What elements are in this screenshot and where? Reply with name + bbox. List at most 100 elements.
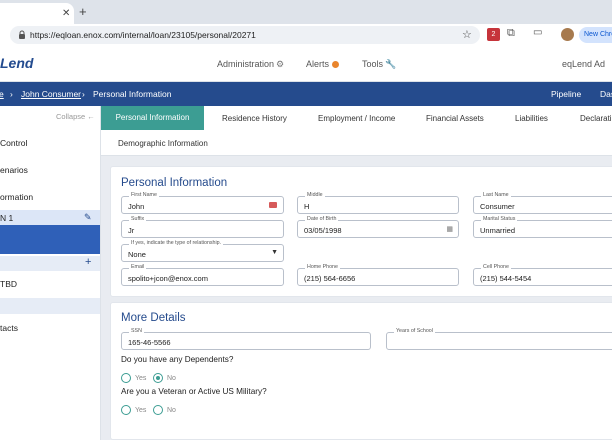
app-header: Lend Administration ⚙ Alerts Tools 🔧 eqLen… <box>0 46 612 82</box>
middle-name-field[interactable]: Middle H <box>297 192 459 214</box>
tab-demographic-information[interactable]: Demographic Information <box>118 139 208 148</box>
dependents-yes-radio[interactable] <box>121 373 131 383</box>
breadcrumb-borrower[interactable]: John Consumer <box>21 89 81 99</box>
years-of-school-field[interactable]: Years of School <box>386 328 612 350</box>
app-logo[interactable]: Lend <box>0 55 33 71</box>
profile-avatar[interactable] <box>561 28 574 41</box>
calendar-icon[interactable]: ▦ <box>446 225 453 233</box>
nav-alerts[interactable]: Alerts <box>306 59 340 69</box>
tab-liabilities[interactable]: Liabilities <box>515 114 548 123</box>
bookmark-star-icon[interactable]: ☆ <box>462 28 472 41</box>
sidebar-item-contacts[interactable]: tacts <box>0 323 18 333</box>
breadcrumb-current: Personal Information <box>93 89 172 99</box>
add-icon[interactable]: + <box>85 256 91 268</box>
home-phone-value: (215) 564-6656 <box>304 274 356 283</box>
suffix-field[interactable]: Suffix Jr <box>121 216 284 238</box>
wrench-icon: 🔧 <box>385 59 397 69</box>
marital-status-field[interactable]: Marital Status Unmarried <box>473 216 612 238</box>
contact-card-icon <box>269 202 277 208</box>
nav-tools[interactable]: Tools 🔧 <box>362 59 396 70</box>
sidebar-borrower-label: N 1 <box>0 213 14 223</box>
tab-employment-income[interactable]: Employment / Income <box>318 114 395 123</box>
sidebar-item-borrower[interactable]: N 1 ✎ <box>0 210 100 225</box>
breadcrumb-home[interactable]: e <box>0 89 4 99</box>
close-tab-icon[interactable]: ✕ <box>62 8 70 19</box>
dependents-no-radio[interactable] <box>153 373 163 383</box>
nav-tools-label: Tools <box>362 59 384 69</box>
ssn-field[interactable]: SSN 165-46-5566 <box>121 328 371 350</box>
collapse-label: Collapse <box>56 112 86 121</box>
veteran-yes-label[interactable]: Yes <box>135 407 146 414</box>
site-info-icon[interactable] <box>18 30 26 39</box>
first-name-label: First Name <box>129 192 159 198</box>
cell-phone-field[interactable]: Cell Phone (215) 544-5454 <box>473 264 612 286</box>
suffix-value: Jr <box>128 226 135 235</box>
collapse-button[interactable]: Collapse ← <box>56 112 95 121</box>
tab-financial-assets[interactable]: Financial Assets <box>426 114 484 123</box>
dashboard-link[interactable]: Das <box>600 89 612 99</box>
email-label: Email <box>129 264 147 270</box>
sidebar-item-information[interactable]: ormation <box>0 192 33 202</box>
arrow-left-icon: ← <box>87 112 95 121</box>
url-text[interactable]: https://eqloan.enox.com/internal/loan/23… <box>30 30 256 40</box>
veteran-question: Are you a Veteran or Active US Military? <box>121 387 267 396</box>
dob-label: Date of Birth <box>305 216 339 222</box>
last-name-field[interactable]: Last Name Consumer <box>473 192 612 214</box>
first-name-field[interactable]: First Name John <box>121 192 284 214</box>
sidebar-item-control[interactable]: Control <box>0 138 27 148</box>
relationship-select[interactable]: If yes, indicate the type of relationshi… <box>121 240 284 262</box>
edit-icon[interactable]: ✎ <box>84 212 92 223</box>
nav-alerts-label: Alerts <box>306 59 330 69</box>
cast-icon[interactable]: ▭ <box>533 27 542 38</box>
tab-residence-history[interactable]: Residence History <box>222 114 287 123</box>
dependents-yes-label[interactable]: Yes <box>135 375 146 382</box>
main-content: Personal Information First Name John Mid… <box>101 156 612 440</box>
new-tab-icon[interactable]: + <box>79 4 87 19</box>
years-of-school-label: Years of School <box>394 328 435 334</box>
tab-personal-information[interactable]: Personal Information <box>101 106 204 130</box>
sidebar-highlight-row <box>0 298 100 314</box>
ssn-value: 165-46-5566 <box>128 338 171 347</box>
middle-name-label: Middle <box>305 192 325 198</box>
dob-value: 03/05/1998 <box>304 226 342 235</box>
breadcrumb: e › John Consumer › Personal Information… <box>0 82 612 106</box>
pipeline-link[interactable]: Pipeline <box>551 89 581 99</box>
personal-info-card: Personal Information First Name John Mid… <box>110 166 612 297</box>
marital-status-value: Unmarried <box>480 226 516 235</box>
browser-tab[interactable]: ✕ <box>0 3 74 24</box>
home-phone-label: Home Phone <box>305 264 340 270</box>
sidebar-add-row: + <box>0 256 100 271</box>
sidebar-item-scenarios[interactable]: enarios <box>0 165 28 175</box>
extensions-puzzle-icon[interactable]: ⧉ <box>507 27 515 40</box>
veteran-yes-radio[interactable] <box>121 405 131 415</box>
caret-down-icon: ▼ <box>271 249 278 256</box>
suffix-label: Suffix <box>129 216 147 222</box>
middle-name-value: H <box>304 202 310 211</box>
first-name-value: John <box>128 202 145 211</box>
sidebar: Collapse ← Control enarios ormation N 1 … <box>0 106 101 440</box>
extension-badge-icon[interactable]: 2 <box>487 28 500 41</box>
section-tabs: Personal Information Residence History E… <box>101 106 612 156</box>
more-details-card: More Details SSN 165-46-5566 Years of Sc… <box>110 302 612 440</box>
dob-field[interactable]: Date of Birth 03/05/1998 ▦ <box>297 216 459 238</box>
veteran-no-radio[interactable] <box>153 405 163 415</box>
sidebar-item-tbd[interactable]: TBD <box>0 279 17 289</box>
last-name-value: Consumer <box>480 202 515 211</box>
relationship-label: If yes, indicate the type of relationshi… <box>129 240 224 246</box>
veteran-no-label[interactable]: No <box>167 407 176 414</box>
new-chrome-button[interactable]: New Chrome <box>579 27 612 43</box>
nav-administration-label: Administration <box>217 59 275 69</box>
breadcrumb-separator: › <box>10 89 13 99</box>
dependents-no-label[interactable]: No <box>167 375 176 382</box>
email-field[interactable]: Email spolito+jcon@enox.com <box>121 264 284 286</box>
more-details-title: More Details <box>121 312 186 324</box>
nav-administration[interactable]: Administration ⚙ <box>217 59 284 70</box>
gear-icon: ⚙ <box>276 59 285 69</box>
home-phone-field[interactable]: Home Phone (215) 564-6656 <box>297 264 459 286</box>
sidebar-selected-block[interactable] <box>0 225 100 254</box>
relationship-value: None <box>128 250 146 259</box>
tab-declarations[interactable]: Declarati <box>580 114 612 123</box>
address-bar[interactable]: https://eqloan.enox.com/internal/loan/23… <box>10 26 480 44</box>
dependents-question: Do you have any Dependents? <box>121 355 234 364</box>
browser-tabstrip: ✕ + <box>0 0 612 24</box>
